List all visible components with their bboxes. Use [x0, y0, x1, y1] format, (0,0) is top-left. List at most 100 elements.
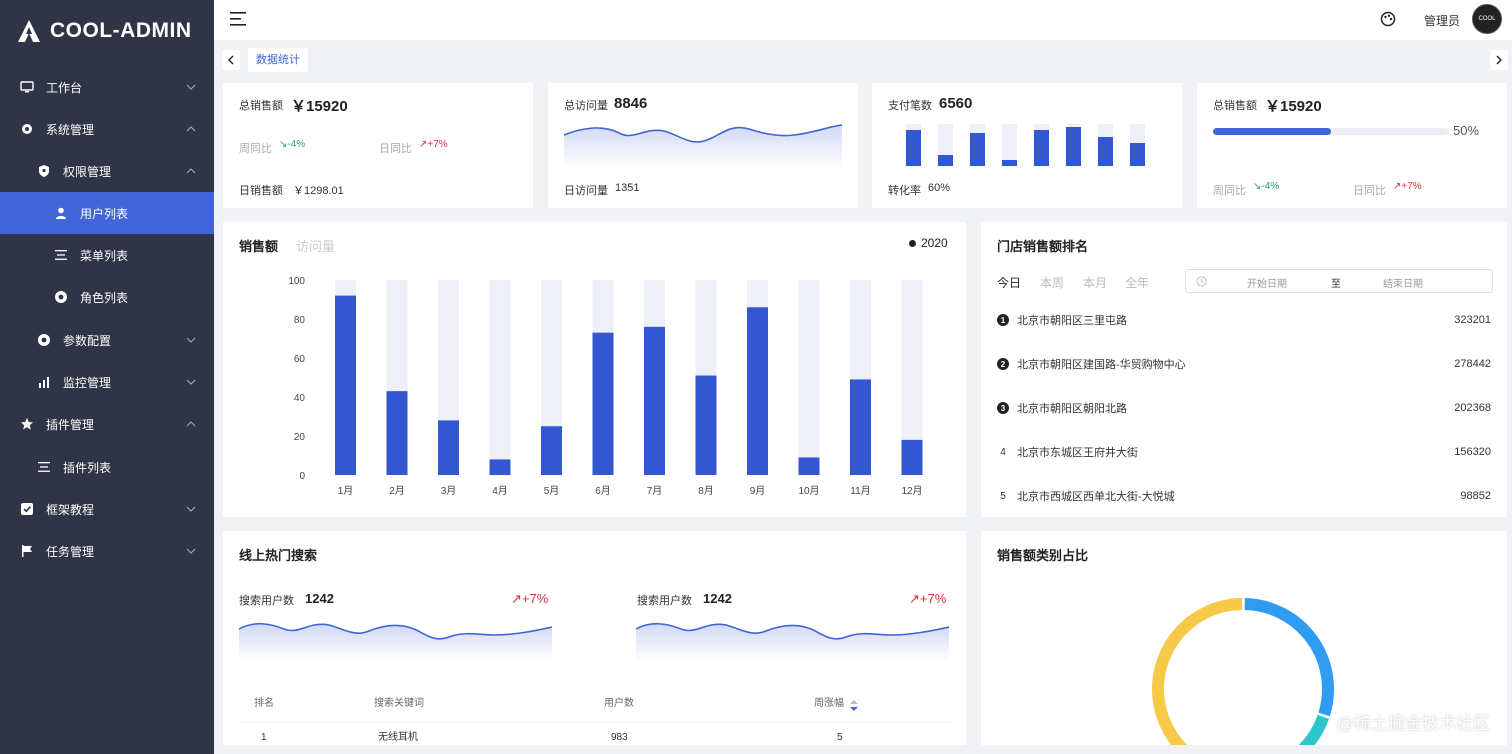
user-name[interactable]: 管理员: [1424, 12, 1460, 29]
day-compare-label: 日同比: [379, 143, 412, 155]
sidebar-item-5[interactable]: 角色列表: [0, 276, 214, 318]
period-today[interactable]: 今日: [997, 274, 1021, 291]
flag-icon: [20, 544, 34, 558]
stat-value: 6560: [939, 95, 973, 112]
bar[interactable]: [798, 457, 820, 475]
day-compare-value: ↗+7%: [419, 139, 448, 150]
sidebar-item-7[interactable]: 监控管理: [0, 361, 214, 403]
store-ranking-card: 门店销售额排名 今日 本周 本月 全年 开始日期 至 结束日期 1 北京市朝阳区三…: [981, 222, 1507, 517]
legend-label: 2020: [921, 236, 948, 250]
stat-value: 8846: [614, 95, 648, 112]
avatar[interactable]: COOL: [1472, 4, 1502, 34]
sidebar-item-label: 任务管理: [46, 544, 95, 559]
rank-badge: 3: [997, 402, 1009, 414]
logo[interactable]: COOL-ADMIN: [0, 0, 214, 62]
checkbox-icon: [20, 502, 34, 516]
date-range-picker[interactable]: 开始日期 至 结束日期: [1185, 269, 1493, 293]
tab-next-button[interactable]: [1490, 50, 1508, 70]
payments-bar-chart: [906, 124, 1145, 166]
rank-badge: 4: [1000, 446, 1006, 458]
store-ranking-title: 门店销售额排名: [997, 239, 1089, 254]
y-tick-label: 0: [299, 471, 305, 482]
period-month[interactable]: 本月: [1083, 274, 1107, 291]
list-item[interactable]: 3 北京市朝阳区朝阳北路 202368: [997, 398, 1491, 418]
hamburger-icon[interactable]: [230, 11, 248, 27]
bar-background: [798, 280, 820, 475]
y-tick-label: 100: [288, 276, 305, 287]
start-date-input[interactable]: 开始日期: [1247, 275, 1287, 290]
sidebar-item-label: 框架教程: [46, 502, 95, 517]
list-item[interactable]: 5 北京市西城区西单北大街-大悦城 98852: [997, 486, 1491, 506]
day-compare-value: ↗+7%: [1393, 181, 1422, 192]
bar[interactable]: [438, 420, 459, 475]
stat-label: 支付笔数: [888, 100, 932, 112]
row-keyword: 无线耳机: [378, 732, 418, 743]
period-year[interactable]: 全年: [1125, 274, 1149, 291]
hot-search-title: 线上热门搜索: [239, 548, 318, 563]
search-users-value-right: 1242: [703, 591, 732, 606]
sort-icon[interactable]: [850, 700, 858, 711]
chevron-down-icon: [186, 81, 196, 91]
list-item[interactable]: 1 北京市朝阳区三里屯路 323201: [997, 310, 1491, 330]
table-row[interactable]: 1 无线耳机 983 5: [239, 723, 950, 751]
tab-data-stats[interactable]: 数据统计: [248, 48, 308, 72]
week-compare-value: ↘-4%: [279, 139, 306, 150]
legend-dot: [909, 240, 916, 247]
bar[interactable]: [901, 439, 923, 475]
search-users-change-right: ↗+7%: [909, 591, 947, 606]
list-item[interactable]: 2 北京市朝阳区建国路-华贸购物中心 278442: [997, 354, 1491, 374]
stat-card-visits: 总访问量 8846 日访问量 1351: [548, 83, 858, 208]
end-date-input[interactable]: 结束日期: [1383, 275, 1423, 290]
col-change[interactable]: 周涨幅: [814, 689, 844, 719]
bar[interactable]: [541, 426, 562, 475]
avatar-text: COOL: [1478, 16, 1496, 22]
donut-segment[interactable]: [1270, 714, 1329, 745]
day-compare-label: 日同比: [1353, 185, 1386, 197]
role-icon: [54, 290, 68, 304]
chevron-right-icon: [1496, 55, 1502, 65]
period-week[interactable]: 本周: [1040, 274, 1064, 291]
sidebar-item-11[interactable]: 任务管理: [0, 530, 214, 572]
sidebar-item-4[interactable]: 菜单列表: [0, 234, 214, 276]
conversion-label: 转化率: [888, 185, 921, 197]
payment-bar: [1130, 143, 1145, 166]
x-tick-label: 9月: [750, 485, 766, 497]
sidebar-item-9[interactable]: 插件列表: [0, 446, 214, 488]
tab-visits[interactable]: 访问量: [296, 236, 335, 255]
conversion-value: 60%: [928, 182, 951, 194]
bar[interactable]: [592, 332, 614, 475]
sidebar-item-0[interactable]: 工作台: [0, 66, 214, 108]
stat-value: ￥15920: [291, 98, 348, 115]
palette-icon[interactable]: [1380, 11, 1396, 27]
store-name: 北京市东城区王府井大街: [1017, 447, 1138, 459]
logo-icon: [18, 20, 40, 42]
sidebar-item-8[interactable]: 插件管理: [0, 403, 214, 445]
bar[interactable]: [386, 391, 408, 475]
bar[interactable]: [695, 375, 717, 475]
donut-segment[interactable]: [1152, 598, 1268, 745]
x-tick-label: 10月: [798, 485, 819, 497]
sidebar-item-10[interactable]: 框架教程: [0, 488, 214, 530]
header: 管理员 COOL: [214, 0, 1512, 40]
sidebar-item-label: 参数配置: [63, 333, 112, 348]
week-compare-value: ↘-4%: [1253, 181, 1280, 192]
bar[interactable]: [644, 326, 665, 475]
x-tick-label: 1月: [338, 485, 354, 497]
sidebar-item-3[interactable]: 用户列表: [0, 192, 214, 234]
list-item[interactable]: 4 北京市东城区王府井大街 156320: [997, 442, 1491, 462]
sidebar-item-1[interactable]: 系统管理: [0, 108, 214, 150]
bar[interactable]: [747, 307, 768, 475]
chevron-down-icon: [186, 545, 196, 555]
bar[interactable]: [850, 379, 871, 475]
stat-label: 总销售额: [239, 100, 283, 112]
tab-prev-button[interactable]: [222, 50, 240, 70]
donut-segment[interactable]: [1244, 598, 1334, 717]
visits-area-chart: [564, 124, 842, 167]
bar[interactable]: [489, 459, 511, 475]
tab-sales[interactable]: 销售额: [239, 236, 278, 255]
sidebar-item-2[interactable]: 权限管理: [0, 150, 214, 192]
bar[interactable]: [335, 295, 356, 475]
store-sales-value: 98852: [1460, 490, 1491, 502]
sidebar-item-6[interactable]: 参数配置: [0, 319, 214, 361]
payment-bar: [906, 130, 921, 166]
